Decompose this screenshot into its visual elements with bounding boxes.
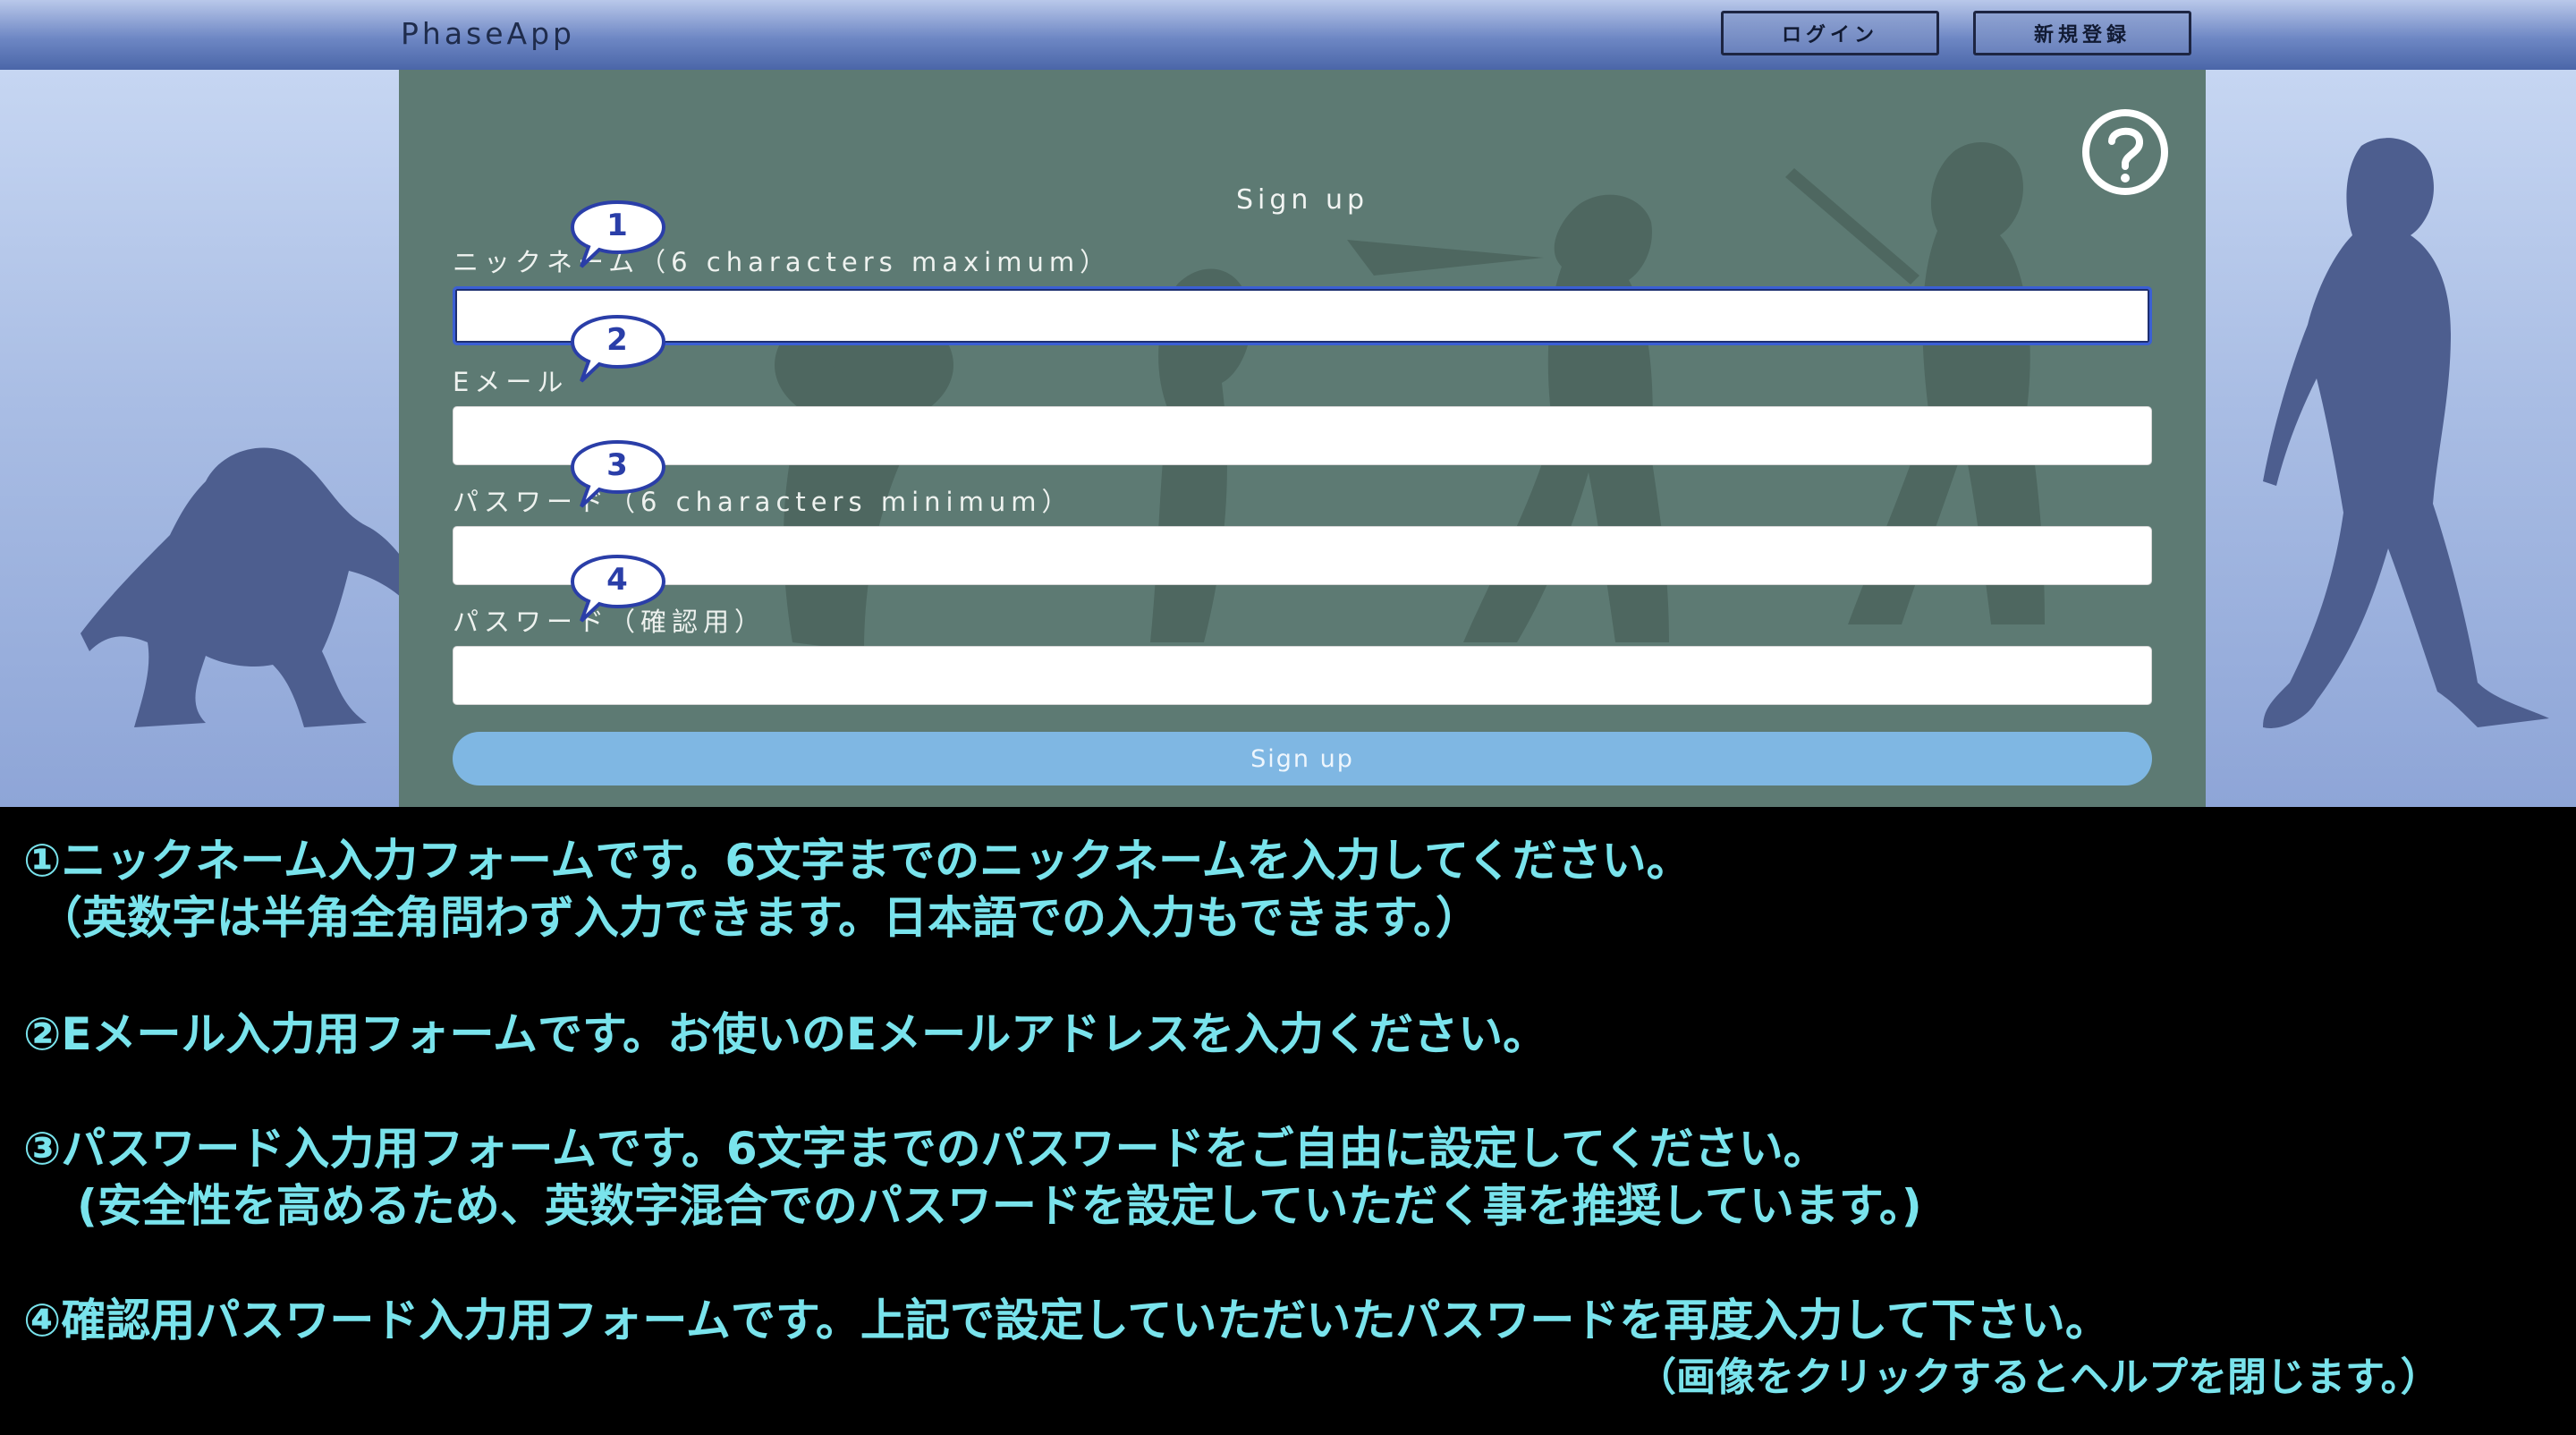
signup-background: Sign up ニックネーム（6 characters maximum） Eメー… [0, 70, 2576, 807]
help-line-4: ④確認用パスワード入力用フォームです。上記で設定していただいたパスワードを再度入… [23, 1295, 2110, 1346]
password-confirm-input[interactable] [453, 646, 2152, 705]
email-input[interactable] [453, 406, 2152, 465]
nickname-label: ニックネーム（6 characters maximum） [453, 247, 1112, 277]
signup-submit-button[interactable]: Sign up [453, 732, 2152, 785]
callout-bubble-1: 1 [570, 199, 669, 279]
callout-number: 3 [606, 447, 628, 483]
signup-title: Sign up [1235, 184, 1369, 216]
help-line-1: ①ニックネーム入力フォームです。6文字までのニックネームを入力してください。 [23, 835, 1691, 887]
help-line-3: ③パスワード入力用フォームです。6文字までのパスワードをご自由に設定してください… [23, 1123, 1828, 1175]
password-input[interactable] [453, 526, 2152, 585]
login-button[interactable]: ログイン [1721, 11, 1939, 55]
callout-number: 1 [606, 208, 628, 243]
top-navbar: PhaseApp ログイン 新規登録 [0, 0, 2576, 71]
callout-bubble-2: 2 [570, 313, 669, 394]
help-overlay[interactable]: ①ニックネーム入力フォームです。6文字までのニックネームを入力してください。 （… [0, 807, 2576, 1435]
password-label: パスワード（6 characters minimum） [453, 487, 1073, 517]
email-label: Eメール [453, 367, 569, 397]
question-circle-icon[interactable] [2080, 107, 2170, 197]
callout-bubble-3: 3 [570, 438, 669, 519]
callout-number: 4 [606, 562, 628, 598]
human-silhouette [2263, 138, 2549, 728]
signup-card: Sign up ニックネーム（6 characters maximum） Eメー… [399, 70, 2206, 807]
register-button[interactable]: 新規登録 [1973, 11, 2191, 55]
callout-number: 2 [606, 322, 628, 358]
ape-silhouette [80, 447, 429, 727]
help-line-2: ②Eメール入力用フォームです。お使いのEメールアドレスを入力ください。 [23, 1008, 1548, 1060]
help-close-note[interactable]: （画像をクリックするとヘルプを閉じます。） [1637, 1349, 2440, 1406]
callout-bubble-4: 4 [570, 553, 669, 633]
brand-logo[interactable]: PhaseApp [401, 16, 575, 51]
help-line-1b: （英数字は半角全角問わず入力できます。日本語での入力もできます。） [38, 892, 1480, 944]
help-line-3b: (安全性を高めるため、英数字混合でのパスワードを設定していただく事を推奨していま… [77, 1180, 1922, 1232]
nickname-input[interactable] [453, 286, 2152, 345]
